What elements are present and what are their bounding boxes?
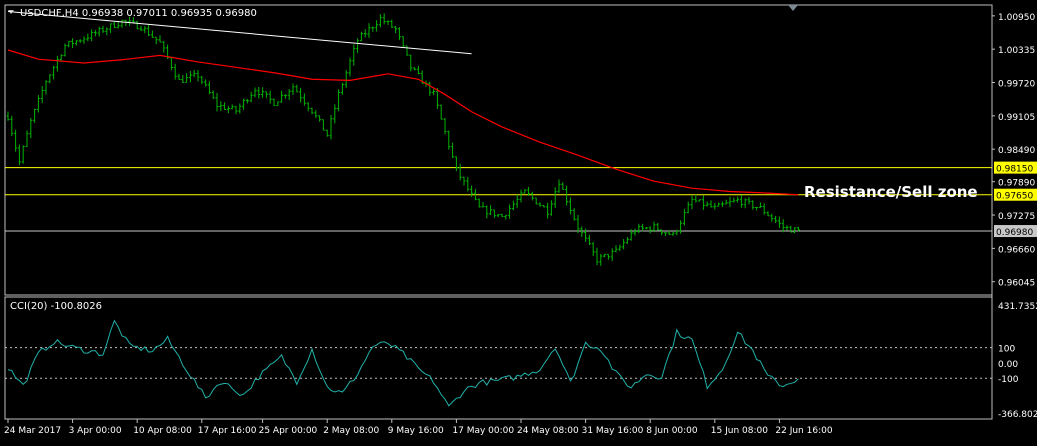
time-tick-label: 15 Jun 08:00 [711, 426, 768, 436]
cci-tick-label: 100 [998, 345, 1015, 355]
time-tick-label: 9 May 16:00 [388, 426, 444, 436]
time-tick-label: 17 Apr 16:00 [198, 426, 257, 436]
resistance-annotation: Resistance/Sell zone [804, 183, 978, 201]
cci-panel-header: CCI(20) -100.8026 [10, 301, 102, 312]
cci-tick-label: 431.7352 [998, 302, 1037, 312]
price-level-tag-label: 0.98150 [996, 165, 1033, 175]
price-tick-label: 0.97275 [998, 212, 1035, 222]
time-tick-label: 25 Apr 00:00 [259, 426, 318, 436]
time-tick-label: 17 May 00:00 [452, 426, 514, 436]
time-tick-label: 2 May 08:00 [323, 426, 379, 436]
chart-root: 0.98150 0.97650 0.96980 1.00950 1.00335 0.997… [0, 0, 1037, 442]
price-level-tag-label: 0.97650 [996, 192, 1033, 202]
price-level-tag-label: 0.96980 [996, 228, 1033, 238]
time-tick-label: 22 Jun 16:00 [775, 426, 832, 436]
time-tick-label: 3 Apr 00:00 [69, 426, 122, 436]
price-tick-label: 0.99720 [998, 80, 1035, 90]
price-tick-label: 1.00950 [998, 13, 1035, 23]
time-tick-label: 31 May 16:00 [582, 426, 644, 436]
time-tick-label: 10 Apr 08:00 [133, 426, 192, 436]
price-axis: 0.98150 0.97650 0.96980 1.00950 1.00335 0.997… [992, 13, 1037, 289]
price-tick-label: 0.98490 [998, 146, 1035, 156]
time-tick-label: 8 Jun 00:00 [646, 426, 698, 436]
cci-tick-label: -366.8026 [998, 410, 1037, 420]
price-tick-label: 0.96660 [998, 245, 1035, 255]
price-tick-label: 0.99105 [998, 113, 1035, 123]
price-tick-label: 0.97890 [998, 179, 1035, 189]
price-tick-label: 0.96045 [998, 279, 1035, 289]
price-panel-header: USDCHF,H4 0.96938 0.97011 0.96935 0.9698… [20, 8, 257, 19]
cci-tick-label: -100 [998, 375, 1019, 385]
chart-svg: 0.98150 0.97650 0.96980 1.00950 1.00335 0.997… [0, 0, 1037, 442]
price-tick-label: 1.00335 [998, 46, 1035, 56]
time-tick-label: 24 Mar 2017 [4, 426, 61, 436]
cci-tick-label: 0.00 [998, 360, 1018, 370]
time-tick-label: 24 May 08:00 [517, 426, 579, 436]
